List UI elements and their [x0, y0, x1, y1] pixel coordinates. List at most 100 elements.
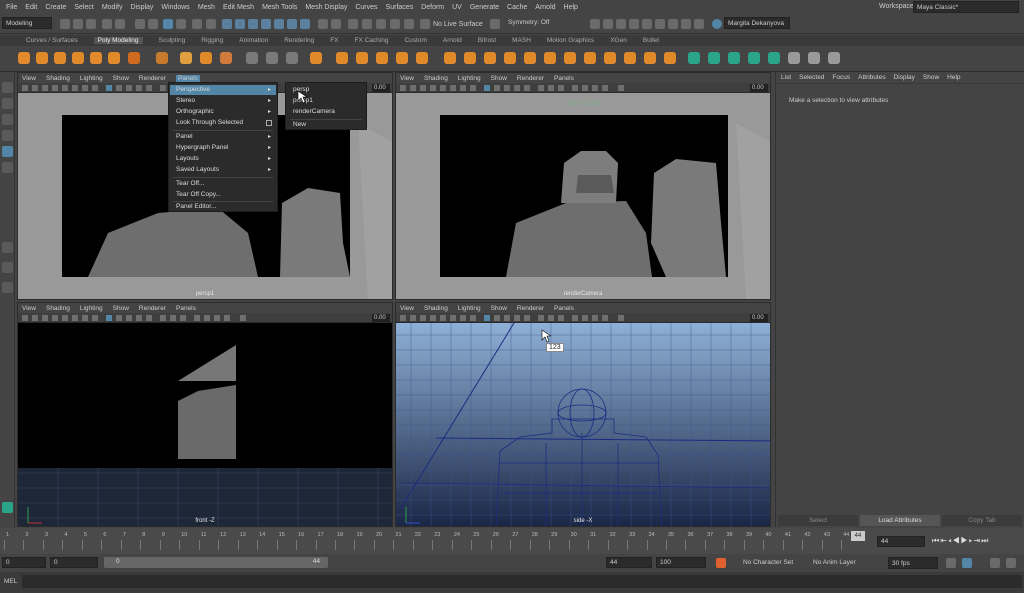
wireframe-icon[interactable]	[484, 85, 490, 91]
vp-menu-view[interactable]: View	[22, 305, 36, 312]
sidebar-icon-3[interactable]	[616, 19, 626, 29]
shelf-tab-motion-graphics[interactable]: Motion Graphics	[547, 37, 594, 44]
playback-end-field[interactable]: 44	[606, 557, 652, 568]
submenu-item-render-camera[interactable]: renderCamera	[287, 107, 365, 117]
sidebar-icon-8[interactable]	[681, 19, 691, 29]
shelf-tab-sculpting[interactable]: Sculpting	[159, 37, 186, 44]
ao-icon[interactable]	[160, 315, 166, 321]
vp-menu-panels[interactable]: Panels	[176, 74, 200, 82]
poke-icon[interactable]	[604, 52, 616, 64]
ae-copy-tab-button[interactable]: Copy Tab	[942, 515, 1022, 526]
resolution-gate-icon[interactable]	[460, 315, 466, 321]
vp-menu-show[interactable]: Show	[113, 305, 129, 312]
menu-item-panel-editor[interactable]: Panel Editor...	[170, 202, 276, 212]
poly-cube-icon[interactable]	[36, 52, 48, 64]
menu-edit-mesh[interactable]: Edit Mesh	[223, 4, 254, 11]
gate-mask-icon[interactable]	[92, 315, 98, 321]
gate-mask-icon[interactable]	[470, 315, 476, 321]
edge-loop-icon[interactable]	[524, 52, 536, 64]
slide-edge-icon[interactable]	[564, 52, 576, 64]
menu-arnold[interactable]: Arnold	[535, 4, 555, 11]
symmetry-dropdown[interactable]: Symmetry: Off	[505, 17, 565, 29]
menu-edit[interactable]: Edit	[25, 4, 37, 11]
retopo-icon[interactable]	[664, 52, 676, 64]
textured-icon[interactable]	[504, 85, 510, 91]
camera-attr-icon[interactable]	[410, 315, 416, 321]
menu-curves[interactable]: Curves	[355, 4, 377, 11]
viewport-side[interactable]: View Shading Lighting Show Renderer Pane…	[395, 302, 771, 527]
face-mask-icon[interactable]	[206, 19, 216, 29]
resolution-gate-icon[interactable]	[82, 315, 88, 321]
anim-layer-dropdown[interactable]: No Anim Layer	[810, 557, 880, 569]
bevel-2-icon[interactable]	[376, 52, 388, 64]
smooth-shade-icon[interactable]	[494, 85, 500, 91]
render-view-icon[interactable]	[404, 19, 414, 29]
shelf-tab-xgen[interactable]: XGen	[610, 37, 627, 44]
uv-editor-icon[interactable]	[688, 52, 700, 64]
scale-tool-icon[interactable]	[2, 162, 13, 173]
image-plane-icon[interactable]	[430, 85, 436, 91]
menu-file[interactable]: File	[6, 4, 17, 11]
ae-menu-selected[interactable]: Selected	[799, 74, 824, 81]
step-back-key-icon[interactable]: ⇤	[940, 536, 948, 545]
shadows-icon[interactable]	[146, 85, 152, 91]
menu-cache[interactable]: Cache	[507, 4, 527, 11]
vp-menu-show[interactable]: Show	[113, 75, 129, 82]
menu-display[interactable]: Display	[130, 4, 153, 11]
shadows-icon[interactable]	[524, 85, 530, 91]
vp-menu-panels[interactable]: Panels	[554, 305, 574, 312]
shadows-icon[interactable]	[146, 315, 152, 321]
aa-icon[interactable]	[548, 85, 554, 91]
poly-plane-icon[interactable]	[108, 52, 120, 64]
command-input[interactable]	[22, 575, 1022, 588]
shelf-tab-custom[interactable]: Custom	[404, 37, 426, 44]
ae-menu-attributes[interactable]: Attributes	[858, 74, 885, 81]
grid-icon[interactable]	[62, 85, 68, 91]
smooth-icon[interactable]	[246, 52, 258, 64]
submenu-item-new[interactable]: New	[287, 120, 365, 130]
poly-sphere-icon[interactable]	[18, 52, 30, 64]
sidebar-icon-9[interactable]	[694, 19, 704, 29]
xray-joints-icon[interactable]	[214, 315, 220, 321]
grid-icon[interactable]	[440, 315, 446, 321]
combine-icon[interactable]	[200, 52, 212, 64]
step-forward-key-icon[interactable]: ⇥	[973, 536, 981, 545]
layout-uv-icon[interactable]	[828, 52, 840, 64]
vp-menu-show[interactable]: Show	[491, 305, 507, 312]
play-back-icon[interactable]: ◀	[953, 536, 961, 545]
menu-item-tear-off-copy[interactable]: Tear Off Copy...	[170, 190, 276, 200]
film-gate-icon[interactable]	[72, 315, 78, 321]
bevel-icon[interactable]	[356, 52, 368, 64]
select-component-icon[interactable]	[163, 19, 173, 29]
film-gate-icon[interactable]	[72, 85, 78, 91]
shelf-tab-rigging[interactable]: Rigging	[201, 37, 223, 44]
poly-cylinder-icon[interactable]	[54, 52, 66, 64]
lights-icon[interactable]	[136, 85, 142, 91]
vp-menu-lighting[interactable]: Lighting	[458, 305, 481, 312]
current-frame-marker[interactable]: 44	[851, 531, 865, 541]
ao-icon[interactable]	[160, 85, 166, 91]
new-scene-icon[interactable]	[60, 19, 70, 29]
vp-menu-shading[interactable]: Shading	[46, 305, 70, 312]
snap-point-icon[interactable]	[248, 19, 258, 29]
extrude-icon[interactable]	[310, 52, 322, 64]
separate-icon[interactable]	[220, 52, 232, 64]
isolate-icon[interactable]	[194, 315, 200, 321]
loop-icon[interactable]	[946, 558, 956, 568]
connect-icon[interactable]	[484, 52, 496, 64]
xray-icon[interactable]	[582, 315, 588, 321]
vp-menu-lighting[interactable]: Lighting	[458, 75, 481, 82]
backface-icon[interactable]	[602, 315, 608, 321]
menu-mesh[interactable]: Mesh	[198, 4, 215, 11]
playback-start-field[interactable]: 0	[50, 557, 98, 568]
ao-icon[interactable]	[538, 315, 544, 321]
menu-item-layouts[interactable]: Layouts ▸	[170, 154, 276, 164]
ae-menu-focus[interactable]: Focus	[832, 74, 850, 81]
anim-prefs-icon[interactable]	[990, 558, 1000, 568]
xray-joints-icon[interactable]	[592, 315, 598, 321]
vp-menu-panels[interactable]: Panels	[554, 75, 574, 82]
camera-icon[interactable]	[400, 85, 406, 91]
exposure-icon[interactable]	[618, 85, 624, 91]
menu-item-perspective[interactable]: Perspective ▸	[170, 85, 276, 95]
shelf-tab-mash[interactable]: MASH	[512, 37, 531, 44]
